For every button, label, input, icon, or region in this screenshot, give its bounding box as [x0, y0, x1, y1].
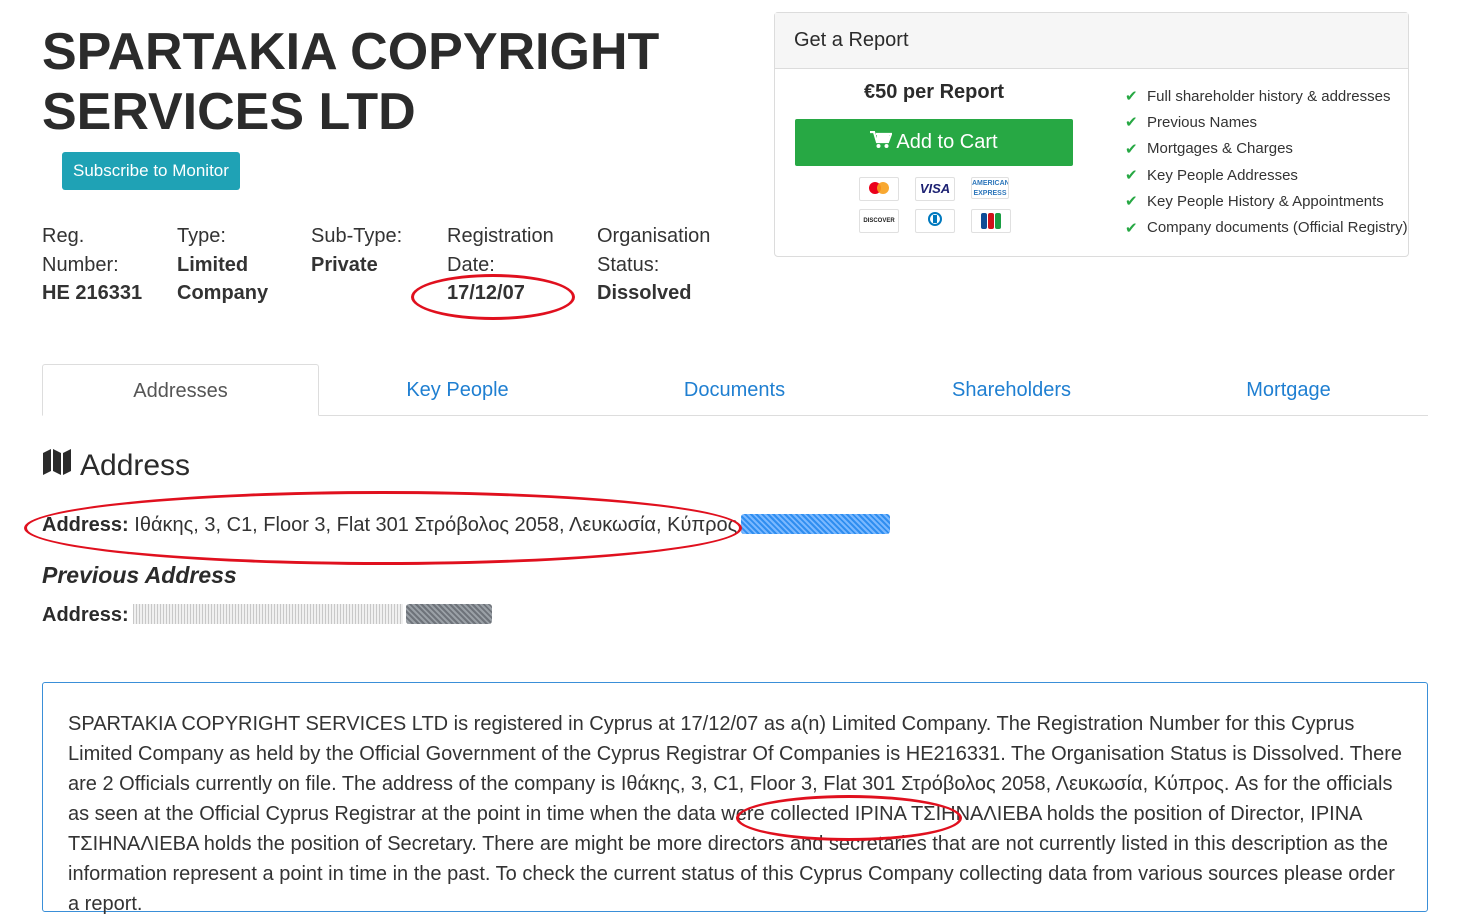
check-icon: ✔	[1125, 140, 1138, 158]
address-section-title: Address	[42, 448, 190, 484]
check-icon: ✔	[1125, 88, 1138, 106]
address-label: Address:	[42, 514, 129, 536]
feature-item: ✔ Previous Names	[1125, 113, 1258, 132]
redacted-unlock-button[interactable]	[405, 604, 492, 624]
subtype-block: Sub-Type: Private	[311, 222, 431, 279]
company-title: SPARTAKIA COPYRIGHT SERVICES LTD	[42, 23, 660, 141]
subtype-label: Sub-Type:	[311, 225, 403, 247]
tab-documents[interactable]: Documents	[596, 364, 873, 415]
previous-address-title: Previous Address	[42, 562, 237, 588]
reg-number-value: HE 216331	[42, 282, 143, 304]
status-block: Organisation Status: Dissolved	[597, 222, 732, 308]
redacted-previous-address	[132, 604, 403, 624]
feature-item: ✔ Company documents (Official Registry)	[1125, 219, 1408, 237]
report-panel: Get a Report €50 per Report Add to Cart …	[774, 12, 1409, 257]
current-address: Address: Ιθάκης, 3, C1, Floor 3, Flat 30…	[42, 514, 891, 537]
address-value: Ιθάκης, 3, C1, Floor 3, Flat 301 Στρόβολ…	[134, 514, 738, 536]
feature-item: ✔ Full shareholder history & addresses	[1125, 87, 1391, 106]
feature-item: ✔ Key People Addresses	[1125, 166, 1298, 185]
map-icon	[42, 448, 72, 484]
registration-date-value: 17/12/07	[447, 282, 525, 304]
status-label: Organisation Status:	[597, 225, 711, 276]
subscribe-button[interactable]: Subscribe to Monitor	[62, 152, 240, 190]
cart-icon	[870, 130, 893, 155]
check-icon: ✔	[1125, 219, 1138, 237]
diners-club-icon	[915, 209, 955, 233]
report-price: €50 per Report	[863, 81, 1005, 103]
check-icon: ✔	[1125, 114, 1138, 132]
tab-shareholders[interactable]: Shareholders	[873, 364, 1150, 415]
registration-date-block: Registration Date: 17/12/07	[447, 222, 572, 308]
check-icon: ✔	[1125, 167, 1138, 185]
tab-mortgage[interactable]: Mortgage	[1150, 364, 1427, 415]
payment-cards: VISA AMERICAN EXPRESS DISCOVER	[859, 177, 1019, 233]
type-label: Type:	[177, 225, 226, 247]
visa-icon: VISA	[915, 177, 955, 201]
add-to-cart-label: Add to Cart	[896, 131, 998, 153]
feature-item: ✔ Mortgages & Charges	[1125, 140, 1293, 158]
tab-addresses[interactable]: Addresses	[42, 364, 319, 416]
section-tabs: Addresses Key People Documents Sharehold…	[42, 364, 1428, 416]
previous-address-label: Address:	[42, 604, 129, 626]
previous-address: Address:	[42, 604, 492, 627]
type-block: Type: Limited Company	[177, 222, 287, 308]
status-value: Dissolved	[597, 282, 692, 304]
reg-number-label: Reg. Number:	[42, 225, 119, 276]
discover-icon: DISCOVER	[859, 209, 899, 233]
registration-date-label: Registration Date:	[447, 225, 554, 276]
amex-icon: AMERICAN EXPRESS	[971, 177, 1009, 199]
tab-key-people[interactable]: Key People	[319, 364, 596, 415]
company-description: SPARTAKIA COPYRIGHT SERVICES LTD is regi…	[42, 682, 1428, 915]
report-features-list: ✔ Full shareholder history & addresses ✔ P…	[1125, 83, 1408, 241]
reg-number-block: Reg. Number: HE 216331	[42, 222, 152, 308]
feature-item: ✔ Key People History & Appointments	[1125, 192, 1384, 211]
report-header: Get a Report	[775, 13, 1408, 69]
add-to-cart-button[interactable]: Add to Cart	[795, 119, 1073, 166]
redacted-address-link[interactable]	[741, 514, 891, 534]
check-icon: ✔	[1125, 193, 1138, 211]
mastercard-icon	[859, 177, 899, 201]
jcb-icon	[971, 209, 1011, 233]
subtype-value: Private	[311, 253, 378, 276]
type-value: Limited Company	[177, 253, 269, 305]
